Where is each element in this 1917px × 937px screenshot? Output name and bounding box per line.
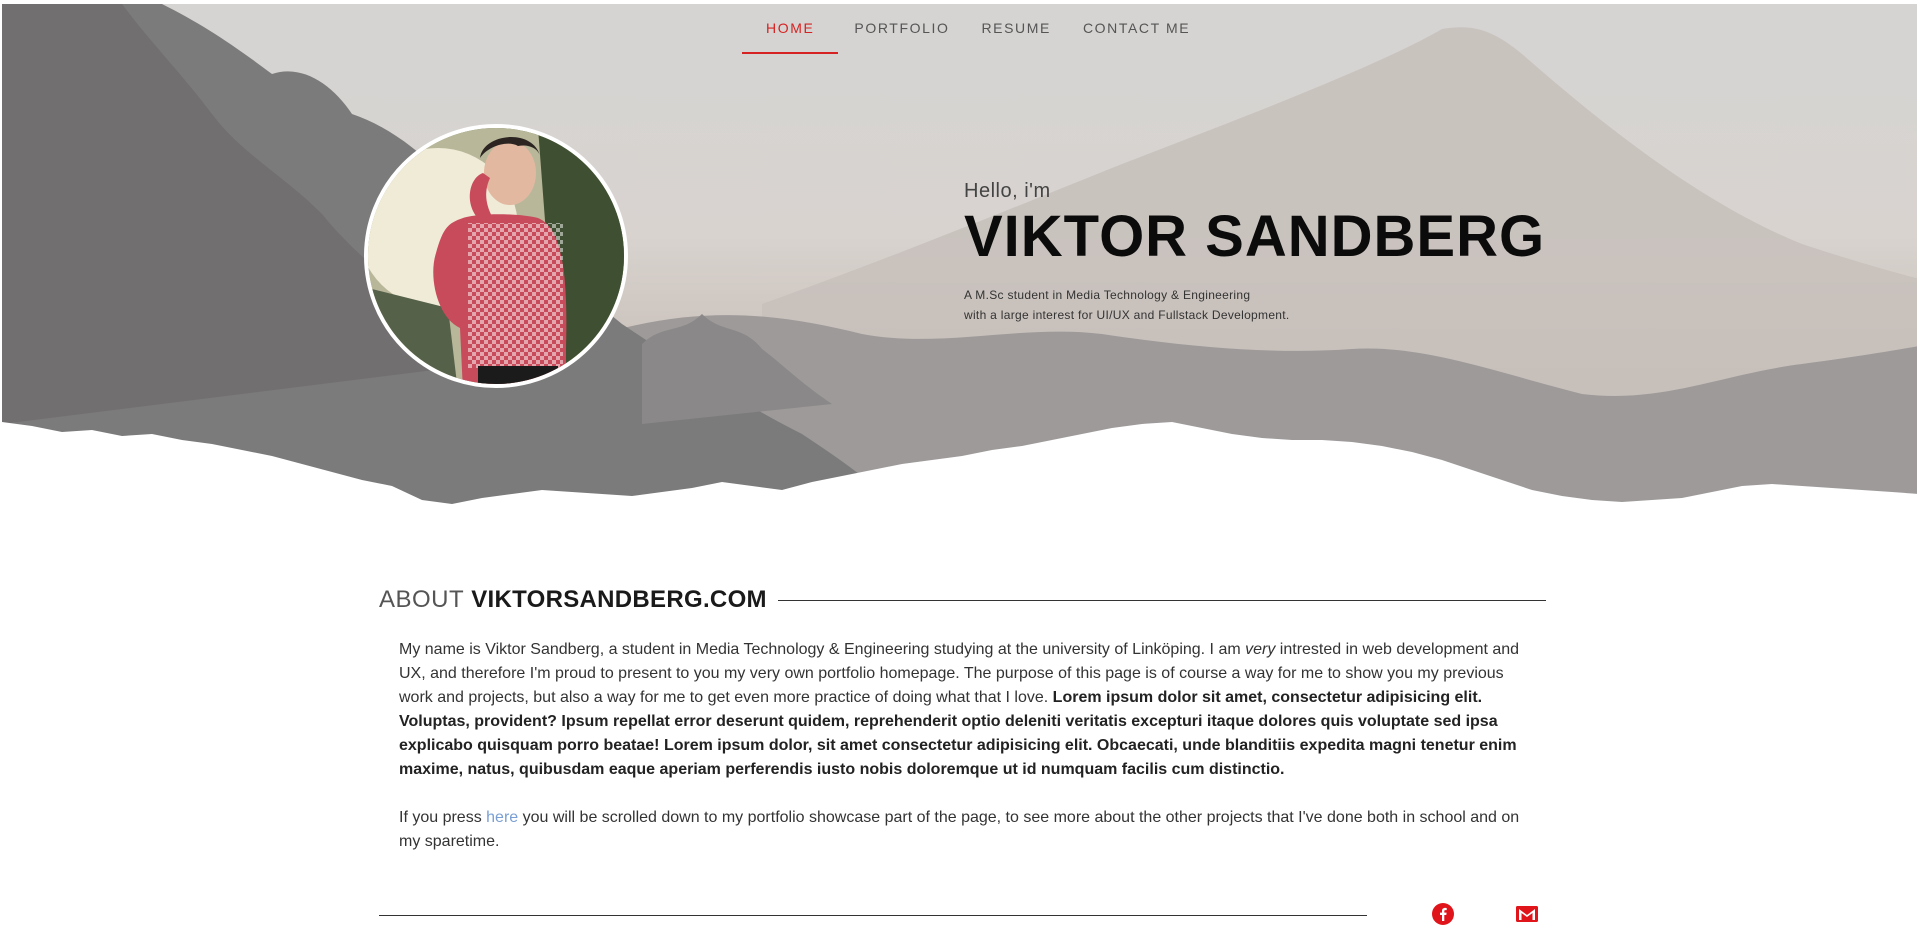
about-heading: ABOUT VIKTORSANDBERG.COM [379,586,1546,614]
profile-photo [368,128,624,384]
about-p1-text: My name is Viktor Sandberg, a student in… [399,641,1246,658]
about-heading-light: ABOUT [379,586,465,613]
hero-section: HOME PORTFOLIO RESUME CONTACT ME Hello, … [0,0,1917,520]
hero-subtitle-line-1: A M.Sc student in Media Technology & Eng… [964,288,1251,302]
nav-item-home[interactable]: HOME [742,8,839,54]
hero-subtitle-line-2: with a large interest for UI/UX and Full… [964,308,1290,322]
about-paragraph-2: If you press here you will be scrolled d… [399,806,1529,854]
footer-divider [379,915,1367,916]
about-heading-bold: VIKTORSANDBERG.COM [471,586,767,613]
about-p2-text-cont: you will be scrolled down to my portfoli… [399,809,1520,850]
hero-name-heading: VIKTOR SANDBERG [964,204,1546,269]
about-body: My name is Viktor Sandberg, a student in… [399,638,1529,878]
nav-item-resume[interactable]: RESUME [965,8,1067,52]
hero-subtitle: A M.Sc student in Media Technology & Eng… [964,285,1545,325]
facebook-icon[interactable] [1429,900,1457,928]
portfolio-scroll-link[interactable]: here [486,809,518,826]
profile-avatar [364,124,628,388]
nav-item-portfolio[interactable]: PORTFOLIO [838,8,965,52]
nav-item-contact-me[interactable]: CONTACT ME [1067,8,1206,52]
about-heading-divider [777,599,1546,601]
main-navigation: HOME PORTFOLIO RESUME CONTACT ME [742,8,1206,54]
about-p1-emphasis: very [1245,641,1276,658]
gmail-icon[interactable] [1513,900,1541,928]
about-paragraph-1: My name is Viktor Sandberg, a student in… [399,638,1529,782]
greeting-text: Hello, i'm [964,180,1051,202]
hero-intro: Hello, i'm VIKTOR SANDBERG A M.Sc studen… [964,180,1545,325]
mountain-landscape-background [2,4,1917,520]
about-p2-text: If you press [399,809,487,826]
